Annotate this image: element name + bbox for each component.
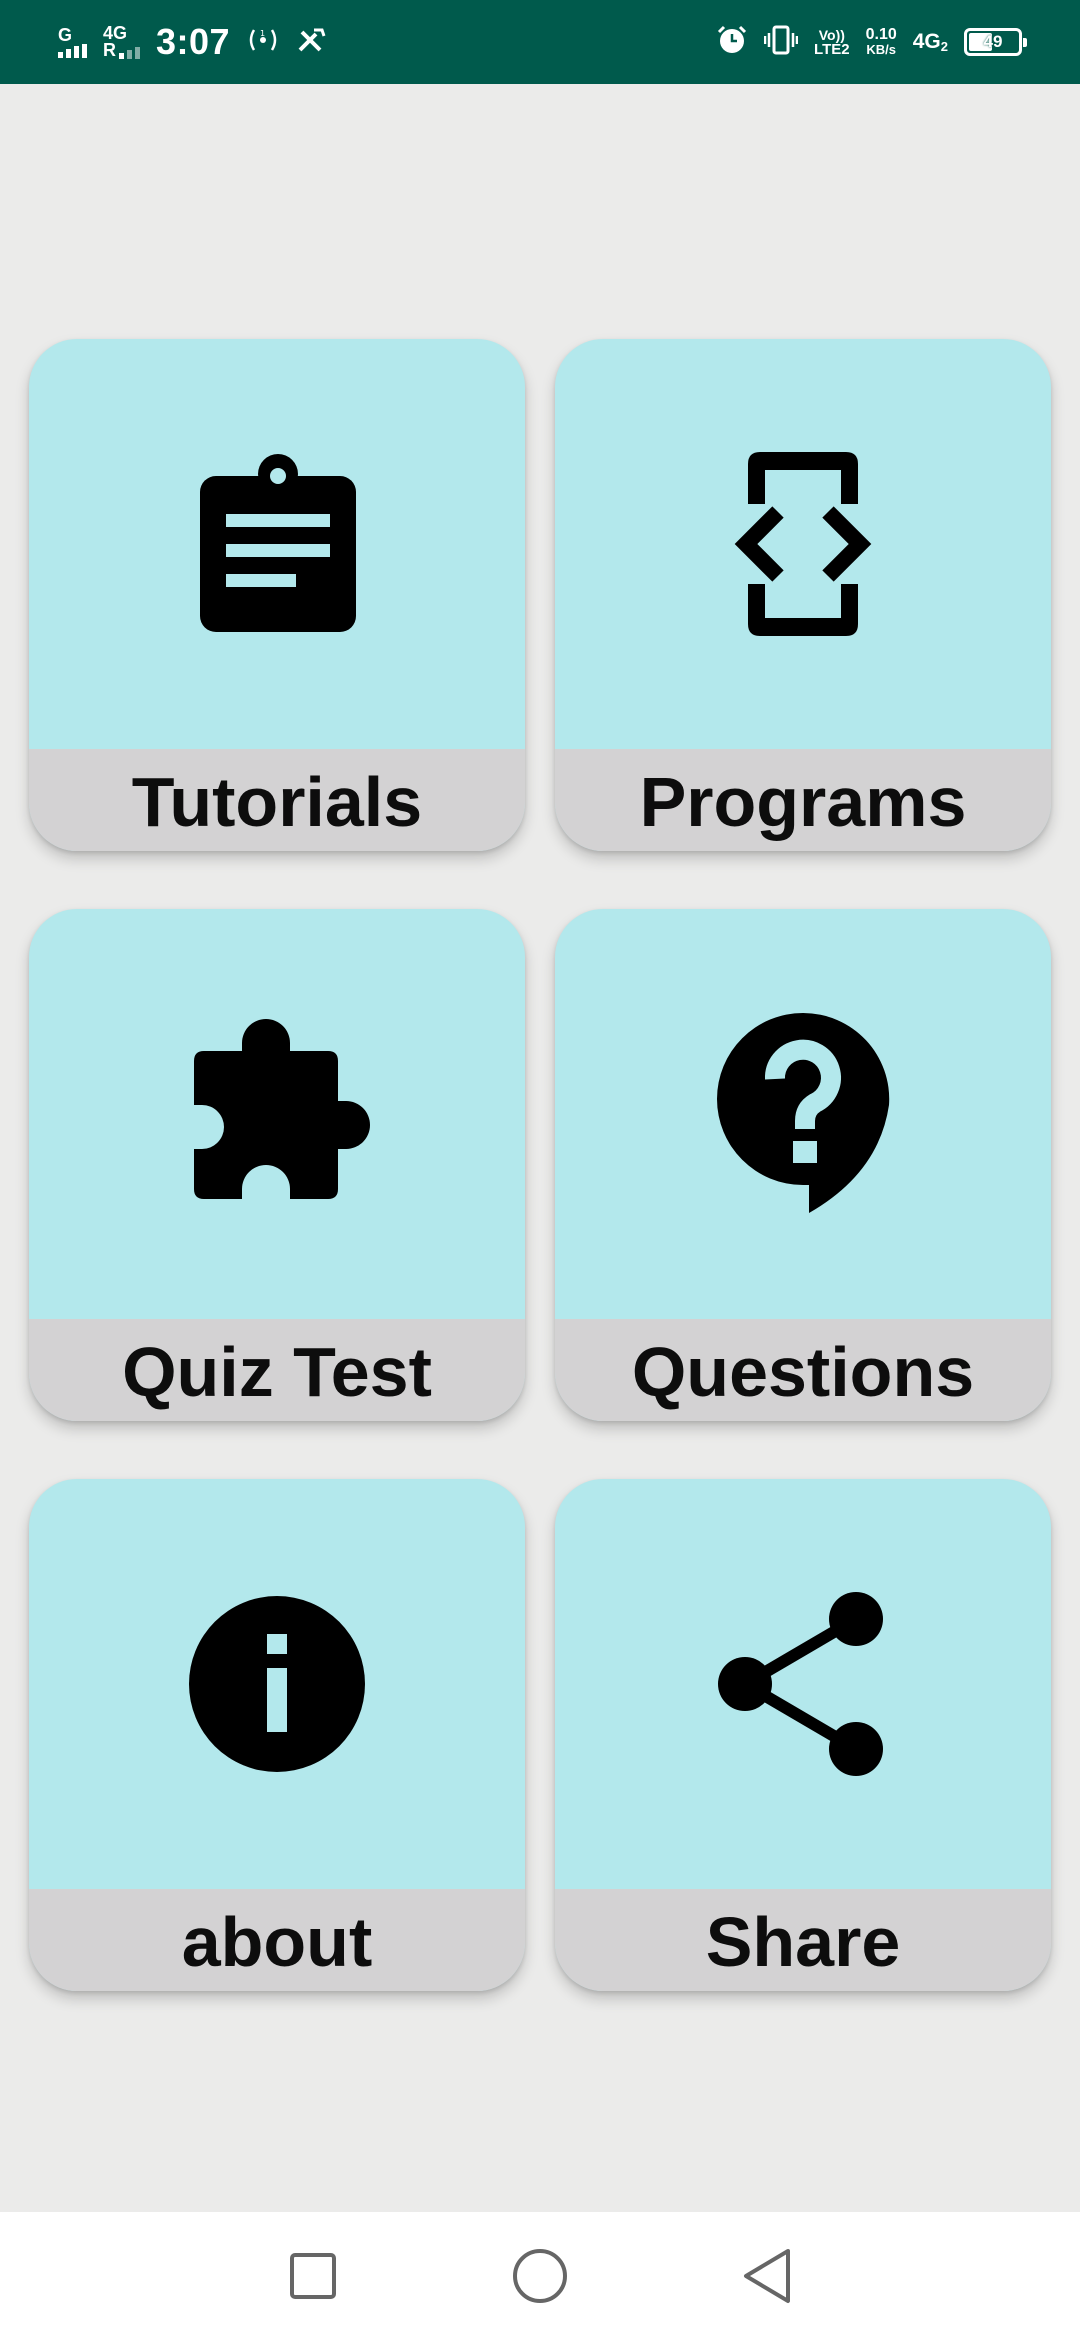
status-bar-left: G 4G R 3:07 1 [58,21,328,63]
network-type-right: 4G [912,29,941,53]
tutorials-card-icon-area [29,339,525,749]
assignment-icon [192,454,362,634]
volte-label: Vo)) [818,26,845,43]
share-icon [718,1589,888,1779]
hotspot-icon: 1 [246,27,280,58]
home-button[interactable] [500,2236,580,2316]
quiz-test-card[interactable]: Quiz Test [29,909,525,1421]
tools-icon [296,26,328,59]
circle-icon [512,2249,567,2303]
puzzle-icon [182,1019,372,1209]
alarm-icon [716,24,748,61]
questions-label: Questions [555,1319,1051,1421]
sim-slot: 2 [940,38,948,54]
signal-icon-2 [119,45,140,59]
tutorials-label: Tutorials [29,749,525,851]
system-navigation-bar [0,2212,1080,2340]
quiz-card-icon-area [29,909,525,1319]
battery-level: 49 [983,32,1003,51]
programs-card[interactable]: Programs [555,339,1051,851]
square-icon [290,2253,337,2299]
network-type-1: G [58,24,73,45]
about-card-icon-area [29,1479,525,1889]
main-menu-grid: Tutorials Programs Quiz Test Questions a… [29,339,1051,1991]
share-label: Share [555,1889,1051,1991]
recent-apps-button[interactable] [273,2236,353,2316]
vibrate-icon [763,25,799,60]
help-bubble-icon [713,1009,893,1219]
signal-icon [58,43,87,58]
programs-card-icon-area [555,339,1051,749]
share-card[interactable]: Share [555,1479,1051,1991]
back-triangle-icon [743,2249,790,2303]
lte-label: LTE2 [814,40,850,58]
battery-icon: 49 [964,28,1027,56]
status-bar-right: Vo)) LTE2 0.10 KB/s 4G 2 49 [716,24,1027,61]
roaming-indicator: R [103,40,116,60]
data-speed: 0.10 [865,26,897,43]
tutorials-card[interactable]: Tutorials [29,339,525,851]
data-speed-unit: KB/s [866,42,896,57]
questions-card-icon-area [555,909,1051,1319]
questions-card[interactable]: Questions [555,909,1051,1421]
developer-mode-icon [728,444,878,644]
info-icon [187,1594,367,1774]
quiz-test-label: Quiz Test [29,1319,525,1421]
svg-text:1: 1 [260,29,265,38]
about-card[interactable]: about [29,1479,525,1991]
back-button[interactable] [727,2236,807,2316]
clock: 3:07 [156,21,231,62]
status-bar: G 4G R 3:07 1 Vo)) LTE2 0.10 KB/s 4G 2 4… [0,0,1080,84]
share-card-icon-area [555,1479,1051,1889]
programs-label: Programs [555,749,1051,851]
about-label: about [29,1889,525,1991]
